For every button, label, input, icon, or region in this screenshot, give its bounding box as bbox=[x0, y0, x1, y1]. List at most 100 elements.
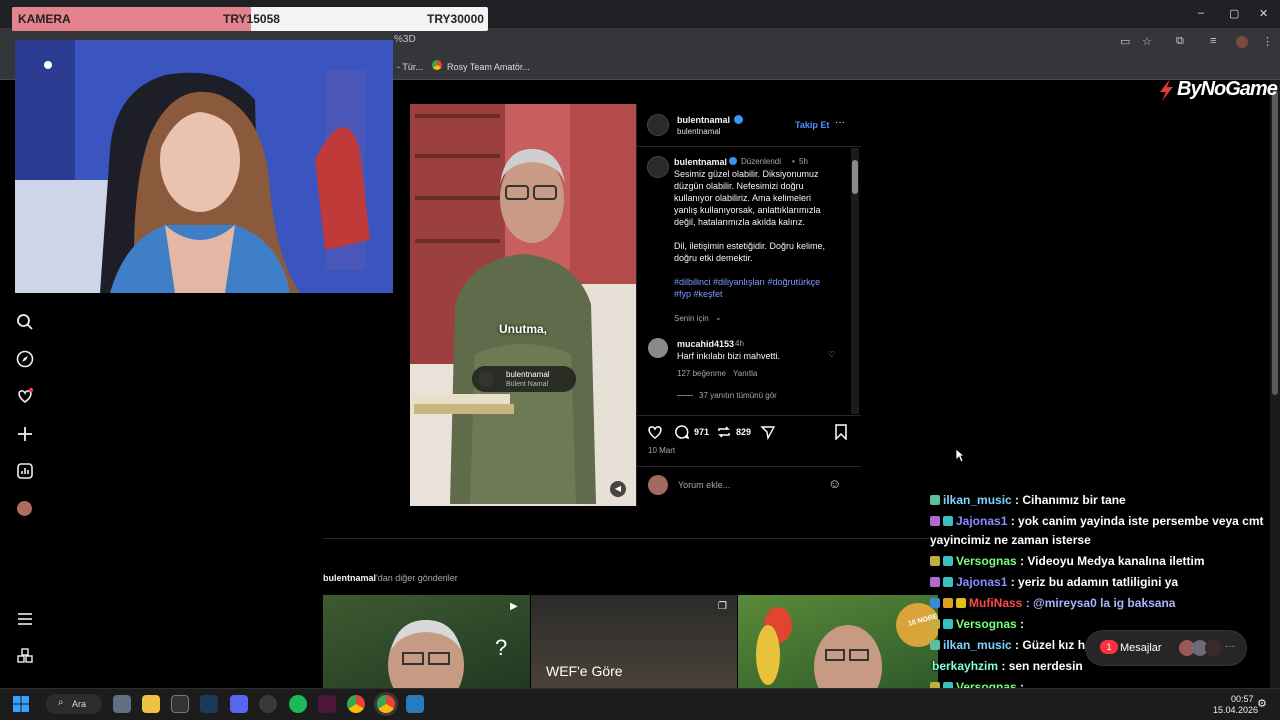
my-avatar bbox=[648, 475, 668, 495]
chevron-down-icon[interactable]: ⌄ bbox=[715, 313, 722, 322]
chat-username[interactable]: Versognas bbox=[956, 617, 1017, 631]
chat-username[interactable]: Jajonas1 bbox=[956, 514, 1007, 528]
notification-icon[interactable]: ⚙ bbox=[1257, 697, 1267, 710]
chat-username[interactable]: Versognas bbox=[956, 554, 1017, 568]
clock-date[interactable]: 15.04.2026 bbox=[1213, 705, 1258, 715]
close-button[interactable]: ✕ bbox=[1259, 7, 1268, 20]
reading-list-icon[interactable]: ≡ bbox=[1210, 35, 1216, 47]
minimize-button[interactable]: – bbox=[1198, 7, 1204, 19]
bynogame-logo-icon bbox=[1160, 79, 1173, 101]
explore-icon[interactable] bbox=[16, 350, 34, 368]
comment-text: Harf inkılabı bizi mahvetti. bbox=[677, 351, 781, 361]
caption-author[interactable]: bulentnamal bbox=[674, 157, 727, 167]
more-post-thumbnail[interactable]: 10 NOBE bbox=[738, 595, 938, 688]
hashtags[interactable]: #fyp #keşfet bbox=[674, 288, 825, 300]
discord-icon[interactable] bbox=[230, 695, 248, 713]
profile-avatar-nav[interactable] bbox=[17, 501, 32, 516]
header-subname: bulentnamal bbox=[677, 127, 721, 136]
badge-icon bbox=[930, 577, 940, 587]
reply-button[interactable]: Yanıtla bbox=[733, 369, 757, 378]
comments-scroll-thumb[interactable] bbox=[852, 160, 858, 194]
spotify-icon[interactable] bbox=[289, 695, 307, 713]
header-username[interactable]: bulentnamal bbox=[677, 115, 730, 125]
reel-icon: ▶ bbox=[510, 601, 518, 612]
chat-message: Jajonas1 : yok canim yayinda iste persem… bbox=[930, 514, 1264, 528]
post-date: 10 Mart bbox=[648, 446, 676, 455]
view-replies-button[interactable]: 37 yanıtın tümünü gör bbox=[699, 391, 777, 400]
bookmark-item[interactable]: Rosy Team Amatör... bbox=[447, 62, 530, 72]
video-tag-avatar bbox=[478, 371, 494, 387]
chrome-icon[interactable] bbox=[347, 695, 365, 713]
app-icon[interactable] bbox=[406, 695, 424, 713]
share-send-icon[interactable] bbox=[760, 424, 776, 440]
windows-start-icon[interactable] bbox=[13, 696, 29, 712]
carousel-icon: ❐ bbox=[718, 601, 727, 612]
author-avatar[interactable] bbox=[647, 114, 669, 136]
more-posts-user[interactable]: bulentnamal bbox=[323, 573, 376, 583]
url-text[interactable]: %3D bbox=[394, 34, 416, 45]
obs-icon[interactable] bbox=[259, 695, 277, 713]
notifications-heart-icon[interactable] bbox=[16, 387, 34, 405]
messages-badge: 1 bbox=[1100, 640, 1118, 654]
emoji-icon[interactable]: ☺ bbox=[828, 476, 841, 491]
menu-hamburger-icon[interactable] bbox=[16, 610, 34, 628]
epic-games-icon[interactable] bbox=[171, 695, 189, 713]
video-editor-icon[interactable] bbox=[318, 695, 336, 713]
chat-text: yayincimiz ne zaman isterse bbox=[930, 533, 1091, 547]
extensions-icon[interactable]: ⧉ bbox=[1176, 35, 1184, 48]
caption-line: değil, hatalarımızla akılda kalırız. bbox=[674, 217, 806, 227]
cast-icon[interactable]: ▭ bbox=[1120, 35, 1130, 48]
for-you-label[interactable]: Senin için bbox=[674, 314, 709, 323]
messages-pill[interactable]: 1 Mesajlar ··· bbox=[1085, 630, 1247, 666]
chat-username[interactable]: MufiNass bbox=[969, 596, 1022, 610]
apps-icon[interactable] bbox=[16, 647, 34, 665]
chat-username[interactable]: Jajonas1 bbox=[956, 575, 1007, 589]
create-plus-icon[interactable] bbox=[16, 425, 34, 443]
post-video[interactable]: Unutma, bulentnamal Bülent Namal ◀ bbox=[410, 104, 636, 506]
save-bookmark-icon[interactable] bbox=[834, 424, 848, 440]
mute-icon[interactable]: ◀ bbox=[610, 481, 626, 497]
like-heart-icon[interactable] bbox=[647, 424, 663, 440]
follow-button[interactable]: Takip Et bbox=[795, 120, 829, 130]
comment-input[interactable]: Yorum ekle... bbox=[678, 480, 730, 490]
more-options-icon[interactable]: ··· bbox=[835, 117, 845, 128]
search-icon[interactable] bbox=[16, 313, 34, 331]
video-tag[interactable]: bulentnamal Bülent Namal bbox=[472, 366, 576, 392]
badge-icon bbox=[930, 516, 940, 526]
chat-message: Versognas : bbox=[930, 617, 1024, 631]
comment-like-icon[interactable]: ♡ bbox=[828, 350, 835, 359]
bookmark-item[interactable]: - Tür... bbox=[397, 62, 423, 72]
more-post-thumbnail[interactable]: WEF'e Göre ❐ bbox=[531, 595, 737, 688]
chrome-active-icon[interactable] bbox=[377, 695, 395, 713]
likes-count[interactable]: 971 bbox=[694, 427, 709, 437]
comment-user[interactable]: mucahid4153 bbox=[677, 339, 734, 349]
chat-username[interactable]: ilkan_music bbox=[943, 638, 1012, 652]
donation-goal-bar: KAMERA TRY15058 TRY30000 bbox=[12, 7, 488, 31]
file-explorer-icon[interactable] bbox=[142, 695, 160, 713]
bynogame-logo: ByNoGame bbox=[1156, 78, 1280, 102]
repost-icon[interactable] bbox=[716, 424, 732, 440]
caption-avatar[interactable] bbox=[647, 156, 669, 178]
dashboard-icon[interactable] bbox=[16, 462, 34, 480]
reposts-count[interactable]: 829 bbox=[736, 427, 751, 437]
clock-time[interactable]: 00:57 bbox=[1231, 694, 1254, 704]
browser-menu-icon[interactable]: ⋮ bbox=[1262, 35, 1273, 48]
steam-icon[interactable] bbox=[200, 695, 218, 713]
maximize-button[interactable]: ▢ bbox=[1229, 7, 1239, 20]
comment-bubble-icon[interactable] bbox=[674, 424, 690, 440]
profile-avatar[interactable] bbox=[1236, 36, 1248, 48]
video-tag-name: Bülent Namal bbox=[506, 381, 549, 388]
chat-text: : Videoyu Medya kanalına ilettim bbox=[1020, 554, 1205, 568]
more-post-thumbnail[interactable]: ? ▶ bbox=[323, 595, 530, 688]
calculator-icon[interactable] bbox=[113, 695, 131, 713]
video-subtitle: Unutma, bbox=[499, 322, 547, 336]
commenter-avatar[interactable] bbox=[648, 338, 668, 358]
thumbnail-text: WEF'e Göre bbox=[546, 663, 623, 679]
comment-likes[interactable]: 127 beğenme bbox=[677, 369, 726, 378]
chat-username[interactable]: berkayhzim bbox=[932, 659, 998, 673]
taskbar-search[interactable]: ⌕ Ara bbox=[46, 694, 102, 714]
hashtags[interactable]: #dilbilinci #diliyanlışları #doğrutürkçe bbox=[674, 276, 825, 288]
chat-username[interactable]: ilkan_music bbox=[943, 493, 1012, 507]
scrollbar-thumb[interactable] bbox=[1272, 90, 1278, 395]
bookmark-star-icon[interactable]: ☆ bbox=[1142, 35, 1152, 48]
